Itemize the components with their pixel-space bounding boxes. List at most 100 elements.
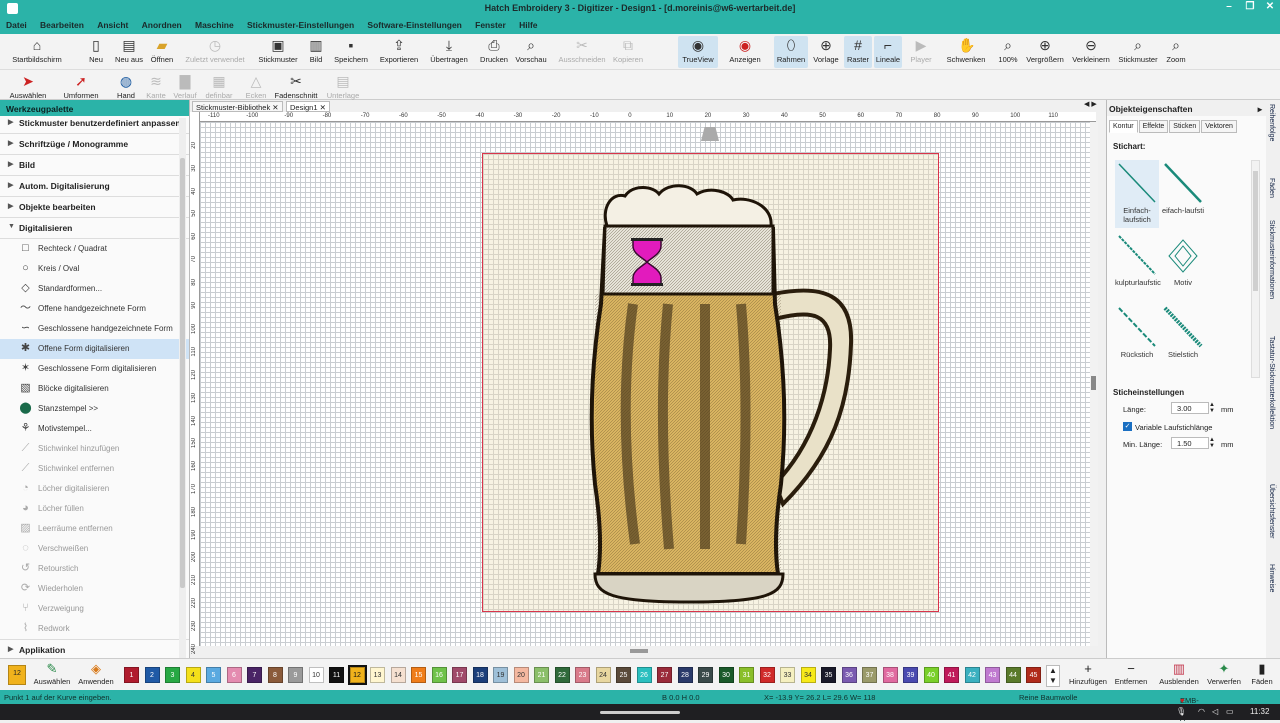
variable-length-checkbox[interactable]: ✓ (1123, 422, 1132, 431)
thread-swatch[interactable]: 45 (1026, 667, 1041, 683)
thread-swatch[interactable]: 30 (718, 667, 734, 683)
thread-swatch[interactable]: 19 (493, 667, 508, 683)
anzeigen-button[interactable]: ◉ Anzeigen (724, 36, 766, 68)
menu-fenster[interactable]: Fenster (469, 18, 511, 30)
stitch-dreifach-laufstich[interactable]: eifach-laufsti (1161, 160, 1205, 228)
thread-swatch[interactable]: 34 (800, 667, 816, 683)
copy-button[interactable]: ⧉ Kopieren (610, 36, 646, 68)
stitch-stielstich[interactable]: Stielstich (1161, 304, 1205, 372)
section-schriftzuege[interactable]: ▶ Schriftzüge / Monogramme (0, 134, 189, 155)
stitch-skulpturlaufstich[interactable]: kulpturlaufstic (1115, 232, 1161, 300)
thread-swatch[interactable]: 39 (903, 667, 918, 683)
close-tab-icon[interactable]: ✕ (272, 103, 278, 112)
thread-swatch[interactable]: 7 (247, 667, 262, 683)
tab-vektoren[interactable]: Vektoren (1201, 120, 1237, 133)
thread-swatch[interactable]: 5 (206, 667, 221, 683)
lineale-button[interactable]: ⌐ Lineale (874, 36, 902, 68)
thread-swatch[interactable]: 20 (513, 667, 529, 683)
thread-swatch[interactable]: 26 (636, 667, 652, 683)
section-stickmuster-anpassen[interactable]: ▶ Stickmuster benutzerdefiniert anpassen (0, 116, 189, 134)
tool-kreis[interactable]: ○ Kreis / Oval (0, 259, 189, 279)
tool-retourstich[interactable]: ↺ Retourstich (0, 559, 189, 579)
thread-swatch[interactable]: 18 (472, 667, 488, 683)
tab-effekte[interactable]: Effekte (1138, 120, 1169, 133)
tool-leerraeume-entfernen[interactable]: ▨ Leerräume entfernen (0, 519, 189, 539)
menu-stickmuster-einstellungen[interactable]: Stickmuster-Einstellungen (241, 18, 359, 30)
thread-swatch[interactable]: 10 (308, 667, 324, 683)
bild-button[interactable]: ▥ Bild (306, 36, 326, 68)
recent-button[interactable]: ◷ Zuletzt verwendet (180, 36, 250, 68)
pan-button[interactable]: ✋ Schwenken (944, 36, 988, 68)
tab-sticken[interactable]: Sticken (1169, 120, 1201, 133)
thread-swatch[interactable]: 23 (575, 667, 590, 683)
tab-kontur[interactable]: Kontur (1109, 120, 1138, 133)
tool-verschweissen[interactable]: ◌ Verschweißen (0, 539, 189, 559)
zoom-out-button[interactable]: ⊖ Verkleinern (1070, 36, 1112, 68)
tool-bloecke-digitalisieren[interactable]: ▧ Blöcke digitalisieren (0, 379, 189, 399)
section-applikation[interactable]: ▶ Applikation (0, 639, 189, 660)
thread-swatch[interactable]: 3 (165, 667, 180, 683)
tab-stickmuster-bibliothek[interactable]: Stickmuster-Bibliothek ✕ (192, 101, 283, 112)
thread-swatch[interactable]: 16 (431, 667, 447, 683)
tool-geschlossene-handgezeichnete-form[interactable]: ∽ Geschlossene handgezeichnete Form (0, 319, 189, 339)
tool-stichwinkel-hinzufuegen[interactable]: ⟋ Stichwinkel hinzufügen (0, 439, 189, 459)
thread-swatch[interactable]: 41 (944, 667, 959, 683)
thread-swatch[interactable]: 24 (595, 667, 611, 683)
trueview-button[interactable]: ◉ TrueView (678, 36, 718, 68)
tool-rechteck[interactable]: □ Rechteck / Quadrat (0, 239, 189, 259)
startbildschirm-button[interactable]: ⌂ Startbildschirm (6, 36, 68, 68)
new-from-button[interactable]: ▤ Neu aus (112, 36, 146, 68)
clock[interactable]: 11:32 (1250, 707, 1269, 716)
restore-icon[interactable]: ❐ (1240, 1, 1260, 17)
discard-colors-button[interactable]: ✦ Verwerfen (1204, 661, 1244, 686)
thread-swatch[interactable]: 11 (329, 667, 344, 683)
taskbar-handle[interactable] (600, 711, 680, 714)
zoom-in-button[interactable]: ⊕ Vergrößern (1024, 36, 1066, 68)
thread-swatch[interactable]: 12 (347, 665, 367, 685)
thread-swatch[interactable]: 43 (985, 667, 1000, 683)
close-tab-icon[interactable]: ✕ (320, 103, 326, 112)
mic-icon[interactable]: 🎙 (1176, 707, 1186, 716)
current-color-swatch[interactable]: 12 (8, 665, 26, 685)
tool-stanzstempel[interactable]: ⬤ Stanzstempel >> (0, 399, 189, 419)
thread-swatch[interactable]: 36 (841, 667, 857, 683)
min-laenge-spinner-icon[interactable]: ▲ ▼ (1209, 437, 1215, 449)
thread-swatch[interactable]: 27 (657, 667, 672, 683)
canvas-vertical-scrollbar[interactable] (1090, 122, 1098, 646)
close-icon[interactable]: ✕ (1260, 1, 1280, 17)
thread-swatch[interactable]: 42 (964, 667, 980, 683)
thread-swatch[interactable]: 35 (821, 667, 836, 683)
section-autom-digitalisierung[interactable]: ▶ Autom. Digitalisierung (0, 176, 189, 197)
menu-software-einstellungen[interactable]: Software-Einstellungen (361, 18, 466, 30)
min-laenge-input[interactable]: 1.50 (1171, 437, 1209, 449)
side-tab-hinweise[interactable]: Hinweise (1268, 564, 1275, 592)
thread-swatch[interactable]: 37 (862, 667, 877, 683)
add-color-button[interactable]: + Hinzufügen (1066, 661, 1110, 686)
thread-swatch[interactable]: 22 (554, 667, 570, 683)
tab-scroll-arrows-icon[interactable]: ◀ ▶ (1084, 100, 1097, 108)
scrollbar-thumb[interactable] (180, 158, 185, 588)
stitch-list-scrollbar[interactable] (1251, 160, 1260, 378)
thread-swatch[interactable]: 44 (1005, 667, 1021, 683)
transfer-button[interactable]: ⤓ Übertragen (428, 36, 470, 68)
tool-offene-handgezeichnete-form[interactable]: 〜 Offene handgezeichnete Form (0, 299, 189, 319)
save-button[interactable]: ▪ Speichern (333, 36, 369, 68)
tool-wiederholen[interactable]: ⟳ Wiederholen (0, 579, 189, 599)
scrollbar-thumb[interactable] (1253, 171, 1258, 291)
thread-swatch[interactable]: 25 (616, 667, 631, 683)
threads-button[interactable]: ▮ Fäden (1248, 661, 1276, 686)
tool-geschlossene-form-digitalisieren[interactable]: ✶ Geschlossene Form digitalisieren (0, 359, 189, 379)
thread-swatch[interactable]: 28 (677, 667, 693, 683)
tool-loecher-digitalisieren[interactable]: ◔ Löcher digitalisieren (0, 479, 189, 499)
palette-select-button[interactable]: ✎ Auswählen (32, 661, 72, 686)
tool-offene-form-digitalisieren[interactable]: ✱ Offene Form digitalisieren (0, 339, 189, 359)
thread-swatch[interactable]: 8 (267, 667, 283, 683)
thread-swatch[interactable]: 2 (144, 667, 160, 683)
panel-expand-icon[interactable]: ▸ (1258, 104, 1262, 115)
stitch-einfach-laufstich[interactable]: Einfach-laufstich (1115, 160, 1159, 228)
side-tab-uebersichtsfenster[interactable]: Übersichtsfenster (1268, 484, 1275, 538)
menu-maschine[interactable]: Maschine (189, 18, 239, 30)
thread-swatch[interactable]: 40 (923, 667, 939, 683)
export-button[interactable]: ⇪ Exportieren (378, 36, 420, 68)
palette-scroll-icon[interactable]: ▲ ▼ (1046, 665, 1060, 687)
